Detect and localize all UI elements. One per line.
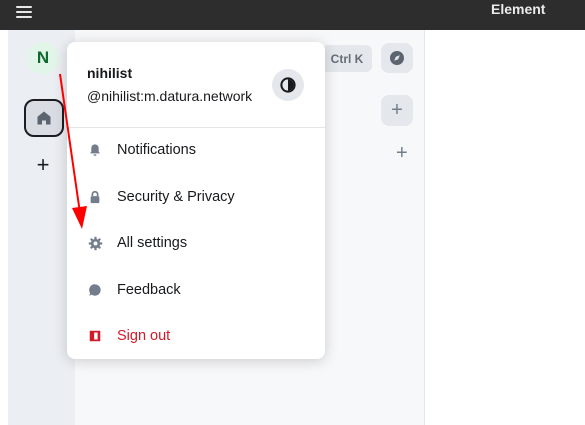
user-avatar[interactable]: N: [27, 42, 59, 74]
menu-item-feedback[interactable]: Feedback: [67, 270, 325, 310]
add-room-button[interactable]: +: [381, 95, 413, 126]
menu-item-label: Sign out: [117, 328, 171, 344]
space-panel: [8, 30, 75, 425]
chat-bubble-icon: [87, 282, 103, 298]
add-section-button[interactable]: +: [396, 143, 408, 163]
user-id: @nihilist:m.datura.network: [87, 88, 253, 104]
theme-toggle-button[interactable]: [272, 69, 304, 101]
menu-item-label: Feedback: [117, 282, 181, 298]
hamburger-menu-icon[interactable]: [16, 2, 32, 22]
menu-item-label: Security & Privacy: [117, 189, 235, 205]
home-icon: [37, 111, 51, 125]
menu-item-security-privacy[interactable]: Security & Privacy: [67, 177, 325, 217]
search-shortcut-chip[interactable]: Ctrl K: [322, 45, 372, 72]
gear-icon: [87, 235, 103, 251]
explore-rooms-button[interactable]: [381, 43, 413, 73]
window-titlebar: Element: [0, 0, 585, 30]
menu-item-label: Notifications: [117, 142, 196, 158]
menu-item-sign-out[interactable]: Sign out: [67, 316, 325, 356]
menu-item-label: All settings: [117, 235, 188, 251]
user-display-name: nihilist: [87, 65, 133, 81]
contrast-icon: [280, 77, 296, 93]
menu-item-all-settings[interactable]: All settings: [67, 223, 325, 263]
user-menu: nihilist @nihilist:m.datura.network Noti…: [67, 42, 325, 359]
sign-out-icon: [87, 328, 103, 344]
compass-icon: [390, 51, 404, 65]
menu-item-notifications[interactable]: Notifications: [67, 130, 325, 170]
home-button[interactable]: [24, 99, 64, 137]
create-space-button[interactable]: +: [33, 154, 53, 176]
bell-icon: [87, 142, 103, 158]
app-title: Element: [491, 1, 546, 17]
lock-icon: [87, 189, 103, 205]
user-menu-header: nihilist @nihilist:m.datura.network: [67, 42, 325, 128]
